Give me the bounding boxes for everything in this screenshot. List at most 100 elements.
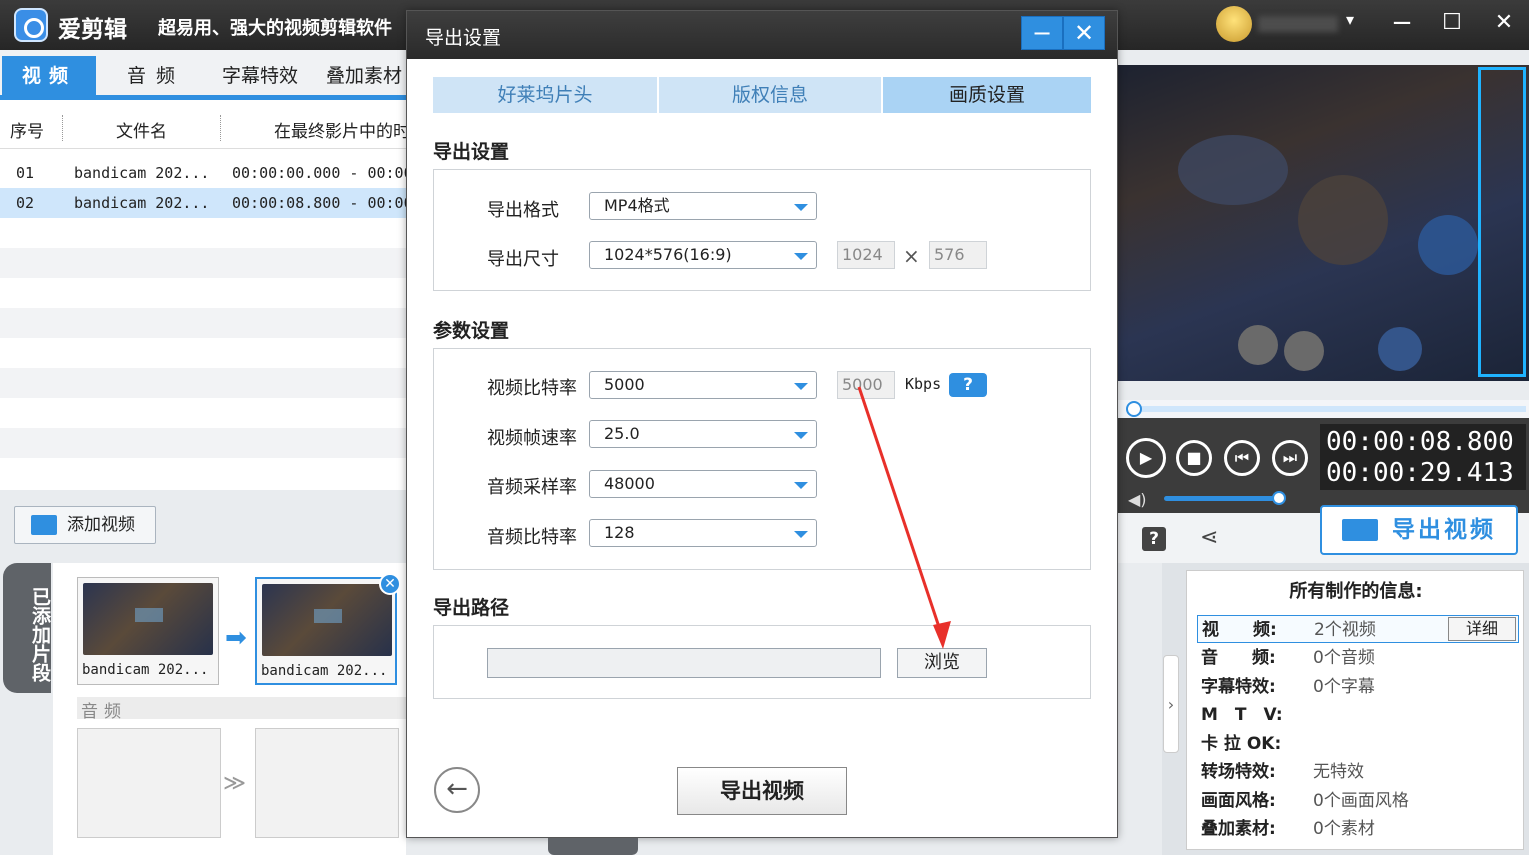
player-controls: ▶ ■ ⏮ ⏭ 00:00:08.800 00:00:29.413 ◀) [1118,418,1529,513]
table-row-selected[interactable]: 02 bandicam 202... 00:00:08.800 - 00:00 [0,188,406,218]
browse-button[interactable]: 浏览 [897,648,987,678]
audio-slot[interactable] [255,728,399,838]
step-hollywood-intro[interactable]: 好莱坞片头 [433,77,657,113]
current-time: 00:00:08.800 [1326,427,1514,457]
bottom-handle[interactable] [548,838,638,855]
window-minimize-button[interactable]: − [1384,8,1420,38]
tab-video[interactable]: 视频 [2,56,96,96]
fps-select[interactable]: 25.0 [589,420,817,448]
stop-icon[interactable]: ■ [1176,440,1212,476]
user-dropdown-icon[interactable]: ▾ [1346,10,1354,29]
export-settings-dialog: 导出设置 − ✕ 好莱坞片头 版权信息 画质设置 导出设置 导出格式 MP4格式… [406,10,1118,838]
clip-thumbnail[interactable]: bandicam 202... [77,577,219,685]
clip-list-panel: 视频 音频 字幕特效 叠加素材 序号 文件名 在最终影片中的时间 01 band… [0,50,427,490]
double-chevron-icon: ≫ [223,771,247,796]
audio-bitrate-select[interactable]: 128 [589,519,817,547]
export-icon [1342,519,1378,541]
seek-handle[interactable] [1126,401,1142,417]
tab-overlay-material[interactable]: 叠加素材 [318,56,410,96]
preview-overlay-frame [1478,67,1526,377]
user-avatar[interactable] [1216,6,1252,42]
row-filename: bandicam 202... [74,164,210,182]
column-filename: 文件名 [116,122,167,142]
chevron-down-icon [794,432,808,439]
clip-caption: bandicam 202... [82,662,209,678]
column-divider [220,115,221,141]
chevron-down-icon [794,531,808,538]
chevron-down-icon [794,482,808,489]
empty-row [0,248,406,278]
info-value: 2个视频 [1314,620,1376,640]
seek-track [1128,406,1526,412]
play-icon[interactable]: ▶ [1126,438,1166,478]
format-select[interactable]: MP4格式 [589,192,817,220]
empty-row [0,428,406,458]
share-icon[interactable]: ⋖ [1200,525,1218,550]
window-maximize-button[interactable]: ☐ [1434,10,1470,35]
volume-slider[interactable] [1164,496,1278,501]
seek-bar[interactable] [1118,400,1529,418]
dialog-close-button[interactable]: ✕ [1063,16,1105,50]
width-input[interactable]: 1024 [837,241,895,269]
video-preview [1118,65,1529,381]
volume-icon[interactable]: ◀) [1128,490,1147,509]
add-video-button[interactable]: 添加视频 [14,506,156,544]
export-video-main-label: 导出视频 [1392,517,1496,543]
collapse-panel-icon[interactable]: › [1163,655,1179,753]
audio-slot[interactable] [77,728,221,838]
clip-thumbnail-selected[interactable]: bandicam 202... [255,577,397,685]
detail-button[interactable]: 详细 [1448,617,1516,641]
size-label: 导出尺寸 [487,249,559,270]
export-video-button[interactable]: 导出视频 [677,767,847,815]
audio-sample-select[interactable]: 48000 [589,470,817,498]
arrow-right-icon: ➡ [225,623,247,653]
add-video-label: 添加视频 [67,515,135,535]
export-settings-heading: 导出设置 [433,141,510,163]
export-path-input[interactable] [487,648,881,678]
username-redacted [1258,16,1338,32]
table-row[interactable]: 01 bandicam 202... 00:00:00.000 - 00:00 [0,158,406,188]
window-close-button[interactable]: ✕ [1486,10,1522,35]
total-time: 00:00:29.413 [1326,458,1514,488]
info-row-video: 视 频: 2个视频 详细 [1197,615,1519,643]
info-key: 视 频: [1202,620,1277,640]
info-key: M T V: [1201,705,1283,725]
audio-track-label: 音频 [77,697,406,722]
app-logo-icon [14,8,48,42]
video-bitrate-select[interactable]: 5000 [589,371,817,399]
size-select[interactable]: 1024*576(16:9) [589,241,817,269]
format-value: MP4格式 [604,196,670,215]
info-title: 所有制作的信息: [1289,581,1423,602]
audio-bitrate-label: 音频比特率 [487,527,577,548]
info-value: 0个音频 [1313,648,1375,668]
row-filename: bandicam 202... [74,194,210,212]
preview-scene-shape [1418,215,1478,275]
remove-clip-icon[interactable]: ✕ [379,573,401,595]
app-name: 爱剪辑 [58,17,127,43]
tab-audio[interactable]: 音频 [112,56,200,96]
step-copyright-info[interactable]: 版权信息 [659,77,881,113]
empty-row [0,368,406,398]
clip-caption: bandicam 202... [261,663,388,679]
dialog-minimize-button[interactable]: − [1021,16,1063,50]
chevron-down-icon [794,253,808,260]
export-video-main-button[interactable]: 导出视频 [1320,505,1518,555]
row-index: 01 [16,164,35,182]
times-icon: × [903,244,920,268]
next-frame-icon[interactable]: ⏭ [1272,440,1308,476]
back-arrow-icon[interactable]: ← [434,767,480,813]
info-row-audio: 音 频: 0个音频 [1197,644,1519,672]
info-key: 卡 拉 OK: [1201,734,1282,754]
column-time: 在最终影片中的时间 [274,122,427,142]
info-key: 音 频: [1201,648,1276,668]
step-quality-settings[interactable]: 画质设置 [883,77,1091,113]
help-icon[interactable]: ? [1142,527,1166,551]
height-input[interactable]: 576 [929,241,987,269]
params-heading: 参数设置 [433,320,510,342]
previous-frame-icon[interactable]: ⏮ [1224,440,1260,476]
info-value: 0个画面风格 [1313,791,1409,811]
tab-subtitle-effects[interactable]: 字幕特效 [212,56,308,96]
info-key: 转场特效: [1201,762,1276,782]
volume-handle[interactable] [1272,491,1286,505]
row-time: 00:00:00.000 - 00:00 [232,164,406,182]
